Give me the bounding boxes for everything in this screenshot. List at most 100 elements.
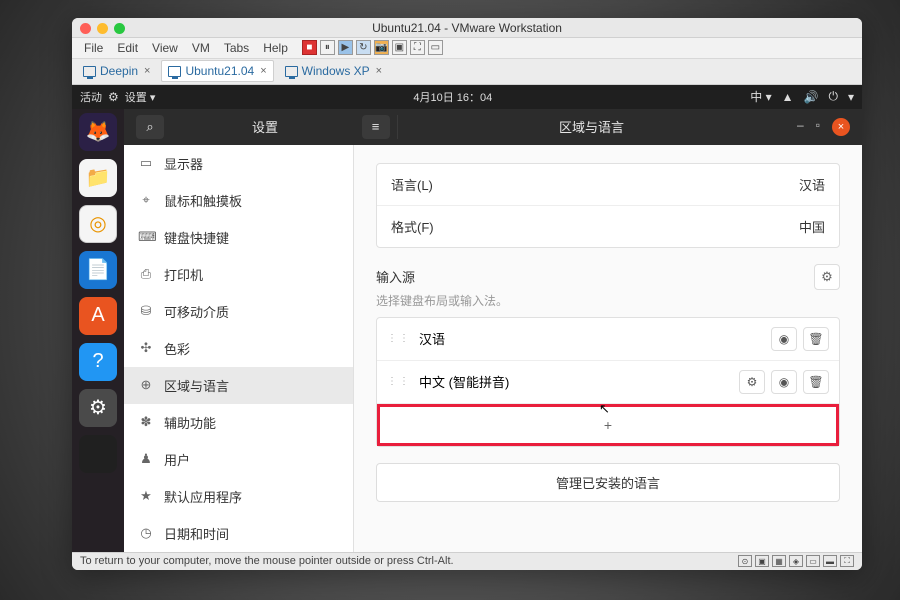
host-titlebar: Ubuntu21.04 - VMware Workstation [72,18,862,38]
sidebar-item[interactable]: ⎙打印机 [124,256,353,293]
vmware-window: Ubuntu21.04 - VMware Workstation File Ed… [72,18,862,570]
toolbar-btn[interactable]: ▭ [428,40,443,55]
drag-handle-icon[interactable]: ⋮⋮ [387,333,411,344]
sidebar-item[interactable]: ★默认应用程序 [124,478,353,515]
close-icon[interactable] [80,23,91,34]
menu-file[interactable]: File [78,39,109,57]
menu-button[interactable]: ≡ [362,115,390,139]
source-delete-button[interactable]: 🗑 [803,327,829,351]
source-settings-button[interactable]: ⚙ [739,370,765,394]
close-tab-icon[interactable]: × [144,65,150,77]
sidebar-item[interactable]: ⛁可移动介质 [124,293,353,330]
tab-deepin[interactable]: Deepin× [76,60,157,82]
minimize-icon[interactable] [97,23,108,34]
sidebar-label: 鼠标和触摸板 [164,191,242,210]
input-source-row[interactable]: ⋮⋮汉语◉🗑 [377,318,839,361]
input-sources-list: ⋮⋮汉语◉🗑⋮⋮中文 (智能拼音)⚙◉🗑+ [376,317,840,447]
source-preview-button[interactable]: ◉ [771,370,797,394]
dock-show-apps[interactable] [79,435,117,473]
dock-help[interactable]: ? [79,343,117,381]
ime-indicator[interactable]: 中 ▾ [750,88,771,105]
volume-icon[interactable]: 🔊 [804,90,819,104]
monitor-icon [168,66,181,77]
sidebar-icon: ⌖ [138,192,154,208]
cursor-icon: ↖ [599,401,610,417]
sidebar-item[interactable]: ⊕区域与语言 [124,367,353,404]
sidebar-label: 默认应用程序 [164,487,242,506]
toolbar-btn[interactable]: ⏸ [320,40,335,55]
guest-screen: 活动 ⚙ 设置 ▾ 4月10日 16：04 中 ▾ ▲ 🔊 ⏻ ▾ 🦊 📁 ◎ … [72,85,862,552]
search-button[interactable]: ⌕ [136,115,164,139]
menu-vm[interactable]: VM [186,39,216,57]
manage-languages-button[interactable]: 管理已安装的语言 [376,463,840,502]
settings-header: ⌕ 设置 ≡ 区域与语言 – ▫ × [124,109,862,145]
sidebar-item[interactable]: ✽辅助功能 [124,404,353,441]
activities-button[interactable]: 活动 [80,89,102,105]
input-sources-hint: 选择键盘布局或输入法。 [376,292,840,309]
close-tab-icon[interactable]: × [376,65,382,77]
format-row[interactable]: 格式(F) 中国 [377,206,839,247]
dock-libreoffice[interactable]: 📄 [79,251,117,289]
dock-firefox[interactable]: 🦊 [79,113,117,151]
toolbar-btn[interactable]: ⛶ [410,40,425,55]
sidebar-label: 用户 [164,450,190,469]
close-tab-icon[interactable]: × [260,65,266,77]
minimize-button[interactable]: – [797,118,804,136]
status-icon[interactable]: ▣ [755,555,769,567]
dock-files[interactable]: 📁 [79,159,117,197]
clock[interactable]: 4月10日 16：04 [165,89,740,105]
sidebar-icon: ✽ [138,414,154,430]
sidebar-icon: ⌨ [138,229,154,245]
language-row[interactable]: 语言(L) 汉语 [377,164,839,206]
toolbar-btn[interactable]: ■ [302,40,317,55]
close-button[interactable]: × [832,118,850,136]
dock: 🦊 📁 ◎ 📄 A ? ⚙ [72,109,124,552]
status-icon[interactable]: ▦ [772,555,786,567]
toolbar-btn[interactable]: ▣ [392,40,407,55]
input-sources-header: 输入源 ⚙ [376,264,840,290]
status-icon[interactable]: ▬ [823,555,837,567]
menu-help[interactable]: Help [257,39,294,57]
power-icon[interactable]: ⏻ [828,89,838,104]
dock-settings[interactable]: ⚙ [79,389,117,427]
toolbar-btn[interactable]: 📷 [374,40,389,55]
chevron-down-icon[interactable]: ▾ [848,90,854,104]
status-icon[interactable]: ⊙ [738,555,752,567]
network-icon[interactable]: ▲ [782,90,794,104]
drag-handle-icon[interactable]: ⋮⋮ [387,376,411,387]
sidebar-item[interactable]: ✣色彩 [124,330,353,367]
app-menu[interactable]: 设置 ▾ [125,89,156,105]
desktop-area: 🦊 📁 ◎ 📄 A ? ⚙ ⌕ 设置 ≡ 区域与语言 – ▫ [72,109,862,552]
input-source-row[interactable]: ⋮⋮中文 (智能拼音)⚙◉🗑 [377,361,839,404]
format-value: 中国 [799,217,825,236]
dock-rhythmbox[interactable]: ◎ [79,205,117,243]
menu-view[interactable]: View [146,39,184,57]
sidebar-label: 键盘快捷键 [164,228,229,247]
sidebar-label: 显示器 [164,154,203,173]
source-preview-button[interactable]: ◉ [771,327,797,351]
tab-ubuntu[interactable]: Ubuntu21.04× [161,60,273,82]
maximize-button[interactable]: ▫ [816,118,820,136]
source-delete-button[interactable]: 🗑 [803,370,829,394]
status-icon[interactable]: ◈ [789,555,803,567]
input-options-button[interactable]: ⚙ [814,264,840,290]
menu-edit[interactable]: Edit [111,39,144,57]
menu-tabs[interactable]: Tabs [218,39,255,57]
host-menubar: File Edit View VM Tabs Help ■ ⏸ ▶ ↻ 📷 ▣ … [72,38,862,58]
settings-sidebar: ▭显示器 ⌖ 鼠标和触摸板 ⌨ 键盘快捷键 ⎙打印机⛁可移动介质✣色彩⊕区域与语言✽辅助功… [124,145,354,552]
sidebar-item[interactable]: ▭显示器 [124,145,353,182]
zoom-icon[interactable] [114,23,125,34]
sidebar-item[interactable]: ⌖ 鼠标和触摸板 [124,182,353,219]
sidebar-item[interactable]: ⌨ 键盘快捷键 [124,219,353,256]
toolbar-btn[interactable]: ▶ [338,40,353,55]
status-icon[interactable]: ▭ [806,555,820,567]
sidebar-item[interactable]: ♟用户 [124,441,353,478]
traffic-lights [80,23,125,34]
toolbar-btn[interactable]: ↻ [356,40,371,55]
gnome-topbar: 活动 ⚙ 设置 ▾ 4月10日 16：04 中 ▾ ▲ 🔊 ⏻ ▾ [72,85,862,109]
status-icon[interactable]: ⛶ [840,555,854,567]
sidebar-item[interactable]: ◷日期和时间 [124,515,353,552]
tab-windowsxp[interactable]: Windows XP× [278,60,389,82]
dock-software[interactable]: A [79,297,117,335]
language-format-pane: 语言(L) 汉语 格式(F) 中国 [376,163,840,248]
